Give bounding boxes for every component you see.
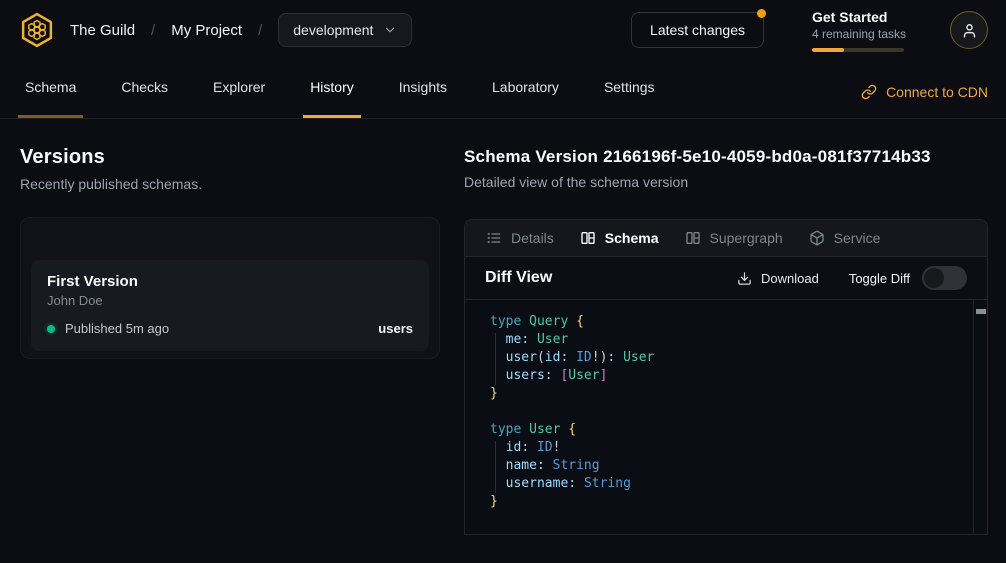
tab-insights[interactable]: Insights bbox=[392, 76, 454, 118]
scrollbar-track[interactable] bbox=[973, 300, 987, 534]
code-line bbox=[490, 403, 967, 421]
versions-list-card: First Version John Doe Published 5m ago use… bbox=[20, 217, 440, 359]
versions-title: Versions bbox=[20, 146, 440, 169]
code-line: } bbox=[490, 493, 967, 511]
indent-guide bbox=[495, 333, 496, 385]
detail-tab-details[interactable]: Details bbox=[473, 220, 567, 256]
scrollbar-thumb[interactable] bbox=[976, 309, 986, 314]
get-started-widget[interactable]: Get Started 4 remaining tasks bbox=[812, 9, 908, 52]
code-line: type Query { bbox=[490, 313, 967, 331]
schema-version-panel: Details Schema Supergraph Service Diff View… bbox=[464, 219, 988, 535]
tab-laboratory[interactable]: Laboratory bbox=[485, 76, 566, 118]
schema-version-title: Schema Version 2166196f-5e10-4059-bd0a-0… bbox=[464, 147, 988, 167]
detail-tab-label: Supergraph bbox=[710, 230, 783, 246]
target-selector-value: development bbox=[293, 22, 373, 38]
versions-subtitle: Recently published schemas. bbox=[20, 176, 440, 192]
detail-column: Schema Version 2166196f-5e10-4059-bd0a-0… bbox=[464, 119, 988, 535]
cube-icon bbox=[809, 230, 825, 246]
detail-tab-label: Schema bbox=[605, 230, 659, 246]
schema-code: type Query { me: User user(id: ID!): Use… bbox=[465, 300, 987, 534]
notification-dot bbox=[757, 9, 766, 18]
main-nav: Schema Checks Explorer History Insights Labor… bbox=[0, 60, 1006, 119]
download-button[interactable]: Download bbox=[737, 271, 819, 286]
code-line: user(id: ID!): User bbox=[490, 349, 967, 367]
detail-tab-schema[interactable]: Schema bbox=[567, 220, 672, 256]
get-started-progress bbox=[812, 48, 904, 52]
version-status: Published 5m ago bbox=[65, 321, 169, 336]
code-line: type User { bbox=[490, 421, 967, 439]
diff-controls: Download Toggle Diff bbox=[737, 266, 967, 290]
download-label: Download bbox=[761, 271, 819, 286]
version-author: John Doe bbox=[47, 293, 413, 308]
latest-changes-button[interactable]: Latest changes bbox=[631, 12, 764, 48]
tab-explorer[interactable]: Explorer bbox=[206, 76, 272, 118]
detail-tab-supergraph[interactable]: Supergraph bbox=[672, 220, 796, 256]
detail-tab-service[interactable]: Service bbox=[796, 220, 894, 256]
get-started-title: Get Started bbox=[812, 9, 908, 25]
version-list-item[interactable]: First Version John Doe Published 5m ago use… bbox=[31, 260, 429, 351]
org-link[interactable]: The Guild bbox=[70, 22, 135, 39]
code-line: me: User bbox=[490, 331, 967, 349]
toggle-knob bbox=[924, 268, 944, 288]
schema-version-subtitle: Detailed view of the schema version bbox=[464, 174, 988, 190]
list-icon bbox=[486, 230, 502, 246]
versions-column: Versions Recently published schemas. Fir… bbox=[20, 119, 440, 535]
detail-tabs: Details Schema Supergraph Service bbox=[465, 220, 987, 257]
nav-tabs: Schema Checks Explorer History Insights Labor… bbox=[18, 60, 662, 118]
hive-logo-icon[interactable] bbox=[18, 11, 56, 49]
tab-schema[interactable]: Schema bbox=[18, 76, 83, 118]
target-selector[interactable]: development bbox=[278, 13, 412, 47]
tab-settings[interactable]: Settings bbox=[597, 76, 662, 118]
service-badge: users bbox=[378, 321, 413, 336]
connect-to-cdn-label: Connect to CDN bbox=[886, 84, 988, 100]
download-icon bbox=[737, 271, 752, 286]
diff-view-title: Diff View bbox=[485, 269, 552, 287]
code-line: id: ID! bbox=[490, 439, 967, 457]
project-link[interactable]: My Project bbox=[171, 22, 242, 39]
columns-icon bbox=[685, 230, 701, 246]
get-started-subtitle: 4 remaining tasks bbox=[812, 27, 908, 41]
breadcrumb: The Guild / My Project / development bbox=[70, 13, 412, 47]
breadcrumb-separator: / bbox=[151, 22, 155, 39]
link-icon bbox=[861, 84, 877, 100]
breadcrumb-separator: / bbox=[258, 22, 262, 39]
chevron-down-icon bbox=[383, 23, 397, 37]
diff-toolbar: Diff View Download Toggle Diff bbox=[465, 257, 987, 300]
detail-tab-label: Details bbox=[511, 230, 554, 246]
header-right: Latest changes Get Started 4 remaining t… bbox=[631, 9, 988, 52]
code-line: users: [User] bbox=[490, 367, 967, 385]
tab-history[interactable]: History bbox=[303, 76, 361, 118]
detail-tab-label: Service bbox=[834, 230, 881, 246]
schema-code-viewer: type Query { me: User user(id: ID!): Use… bbox=[465, 300, 987, 534]
indent-guide bbox=[495, 441, 496, 493]
columns-icon bbox=[580, 230, 596, 246]
tab-checks[interactable]: Checks bbox=[114, 76, 175, 118]
latest-changes-label: Latest changes bbox=[650, 22, 745, 38]
toggle-diff-wrap: Toggle Diff bbox=[849, 266, 967, 290]
connect-to-cdn-link[interactable]: Connect to CDN bbox=[861, 84, 988, 118]
progress-fill bbox=[812, 48, 844, 52]
user-icon bbox=[961, 22, 978, 39]
version-status-row: Published 5m ago users bbox=[47, 321, 413, 336]
version-items: First Version John Doe Published 5m ago use… bbox=[31, 260, 429, 351]
user-avatar[interactable] bbox=[950, 11, 988, 49]
main-content: Versions Recently published schemas. Fir… bbox=[0, 119, 1006, 535]
version-name: First Version bbox=[47, 273, 413, 290]
code-line: } bbox=[490, 385, 967, 403]
top-header: The Guild / My Project / development Lat… bbox=[0, 0, 1006, 60]
published-dot-icon bbox=[47, 325, 55, 333]
toggle-diff-switch[interactable] bbox=[922, 266, 967, 290]
toggle-diff-label: Toggle Diff bbox=[849, 271, 910, 286]
code-line: name: String bbox=[490, 457, 967, 475]
code-line: username: String bbox=[490, 475, 967, 493]
